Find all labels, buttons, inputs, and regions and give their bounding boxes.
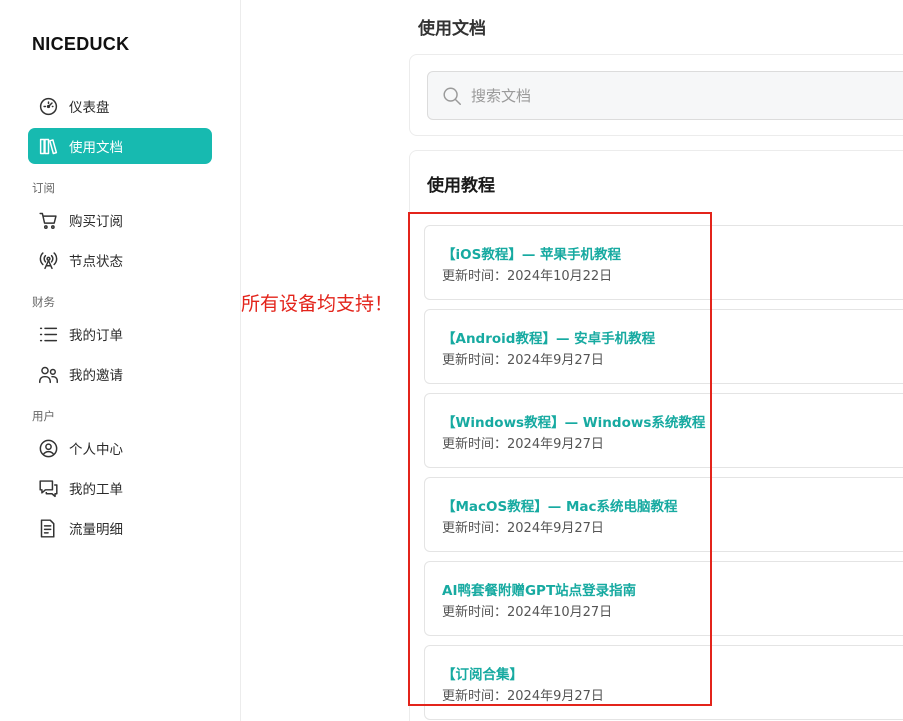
sidebar-item-label: 使用文档 (69, 140, 123, 156)
sidebar-item-label: 我的工单 (69, 482, 123, 498)
annotation-text: 所有设备均支持！ (241, 293, 394, 315)
doc-date: 更新时间：2024年10月27日 (442, 605, 613, 620)
doc-title: 【Windows教程】— Windows系统教程 (442, 415, 706, 431)
doc-title: 【MacOS教程】— Mac系统电脑教程 (442, 499, 678, 515)
doc-date: 更新时间：2024年9月27日 (442, 437, 604, 452)
sidebar-item-buy-subscription[interactable]: 购买订阅 (28, 202, 212, 238)
brand-logo-text: NICEDUCK (32, 34, 130, 54)
doc-title: AI鸭套餐附赠GPT站点登录指南 (442, 583, 637, 599)
doc-item-subscription-collection[interactable]: 【订阅合集】 更新时间：2024年9月27日 (424, 645, 903, 720)
doc-item-ios[interactable]: 【iOS教程】— 苹果手机教程 更新时间：2024年10月22日 (424, 225, 903, 300)
app-root: NICEDUCK 仪表盘 使用文档 订阅 购买订阅 节点状态 财务 我的订单 我… (0, 0, 903, 721)
search-input[interactable] (471, 86, 871, 105)
doc-date: 更新时间：2024年10月22日 (442, 269, 613, 284)
users-icon (37, 363, 59, 385)
cart-icon (37, 209, 59, 231)
sidebar-item-label: 购买订阅 (69, 214, 123, 230)
chat-icon (37, 477, 59, 499)
group-label-user: 用户 (32, 409, 55, 423)
sidebar-item-my-invites[interactable]: 我的邀请 (28, 356, 212, 392)
main-content: 使用文档 使用教程 【iOS教程】— 苹果手机教程 更新时间：2024年10月2… (241, 0, 903, 721)
search-box[interactable] (427, 71, 903, 120)
sidebar-item-my-orders[interactable]: 我的订单 (28, 316, 212, 352)
doc-title: 【Android教程】— 安卓手机教程 (442, 331, 656, 347)
group-label-finance: 财务 (32, 295, 55, 309)
sidebar-item-traffic-details[interactable]: 流量明细 (28, 510, 212, 546)
doc-item-android[interactable]: 【Android教程】— 安卓手机教程 更新时间：2024年9月27日 (424, 309, 903, 384)
user-circle-icon (37, 437, 59, 459)
doc-item-macos[interactable]: 【MacOS教程】— Mac系统电脑教程 更新时间：2024年9月27日 (424, 477, 903, 552)
doc-title: 【iOS教程】— 苹果手机教程 (442, 247, 622, 263)
doc-date: 更新时间：2024年9月27日 (442, 353, 604, 368)
sidebar-item-label: 我的邀请 (69, 368, 123, 384)
doc-item-ai-guide[interactable]: AI鸭套餐附赠GPT站点登录指南 更新时间：2024年10月27日 (424, 561, 903, 636)
antenna-icon (37, 249, 59, 271)
dashboard-icon (37, 95, 59, 117)
sidebar: NICEDUCK 仪表盘 使用文档 订阅 购买订阅 节点状态 财务 我的订单 我… (0, 0, 241, 721)
sidebar-item-node-status[interactable]: 节点状态 (28, 242, 212, 278)
section-title: 使用教程 (427, 176, 495, 196)
sidebar-item-label: 流量明细 (69, 522, 123, 538)
page-title: 使用文档 (418, 19, 486, 39)
document-icon (37, 517, 59, 539)
books-icon (37, 135, 59, 157)
doc-date: 更新时间：2024年9月27日 (442, 521, 604, 536)
sidebar-item-my-tickets[interactable]: 我的工单 (28, 470, 212, 506)
sidebar-item-profile[interactable]: 个人中心 (28, 430, 212, 466)
search-icon (443, 86, 461, 105)
search-card (409, 54, 903, 136)
sidebar-item-docs[interactable]: 使用文档 (28, 128, 212, 164)
sidebar-item-label: 仪表盘 (69, 100, 110, 116)
doc-date: 更新时间：2024年9月27日 (442, 689, 604, 704)
docs-card: 使用教程 【iOS教程】— 苹果手机教程 更新时间：2024年10月22日 【A… (409, 150, 903, 721)
sidebar-item-dashboard[interactable]: 仪表盘 (28, 88, 212, 124)
list-icon (37, 323, 59, 345)
doc-title: 【订阅合集】 (442, 667, 523, 683)
sidebar-item-label: 我的订单 (69, 328, 123, 344)
doc-item-windows[interactable]: 【Windows教程】— Windows系统教程 更新时间：2024年9月27日 (424, 393, 903, 468)
sidebar-item-label: 个人中心 (69, 442, 123, 458)
group-label-subscription: 订阅 (32, 181, 55, 195)
sidebar-item-label: 节点状态 (69, 254, 123, 270)
